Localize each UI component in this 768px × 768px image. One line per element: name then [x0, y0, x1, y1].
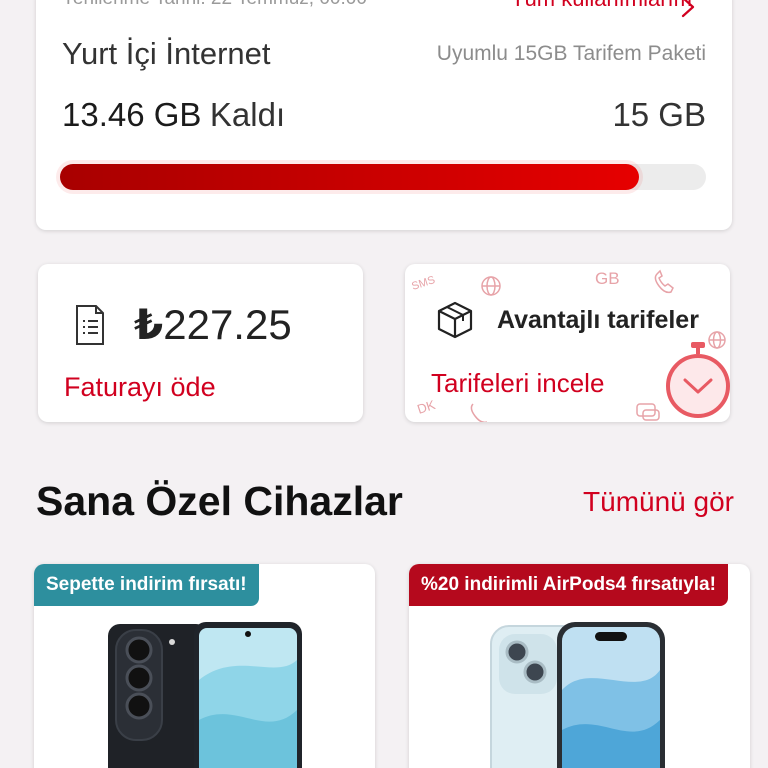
- invoice-icon: [76, 305, 104, 345]
- usage-title: Yurt İçi İnternet: [62, 36, 271, 71]
- phone-doodle-icon-2: [470, 403, 487, 422]
- all-usage-link[interactable]: Tüm kullanımlarım: [511, 0, 692, 12]
- view-tariffs-link[interactable]: Tarifeleri incele: [431, 368, 604, 399]
- gb-doodle-label: GB: [595, 269, 620, 288]
- usage-progress-bar: [60, 164, 706, 190]
- foldable-phone-image: [108, 622, 302, 768]
- sms-doodle-label: SMS: [410, 274, 436, 293]
- section-title: Sana Özel Cihazlar: [36, 478, 403, 524]
- bill-amount-value: 227.25: [163, 301, 292, 348]
- device-card[interactable]: Sepette indirim fırsatı!: [34, 564, 375, 768]
- iphone-image: [490, 622, 665, 768]
- promo-badge: Sepette indirim fırsatı!: [34, 564, 259, 606]
- dk-doodle-label: DK: [415, 397, 437, 417]
- internet-usage-card: Yenilenme Tarihi: 22 Temmuz, 00:00 Tüm k…: [36, 0, 732, 230]
- tariffs-title: Avantajlı tarifeler: [497, 306, 699, 334]
- chat-doodle-icon: [636, 403, 660, 421]
- phone-doodle-icon: [654, 269, 674, 294]
- promo-badge: %20 indirimli AirPods4 fırsatıyla!: [409, 564, 728, 606]
- renewal-date-text: Yenilenme Tarihi: 22 Temmuz, 00:00: [62, 0, 367, 10]
- globe-doodle-icon: [481, 276, 501, 296]
- remaining-amount: 13.46 GB: [62, 96, 202, 133]
- usage-progress-fill: [60, 164, 640, 190]
- currency-symbol: ₺: [134, 301, 164, 348]
- remaining-data-row: 13.46 GB Kaldı: [62, 96, 285, 134]
- bill-amount: ₺227.25: [134, 300, 292, 349]
- package-box-icon: [437, 301, 473, 339]
- remaining-label: Kaldı: [209, 96, 286, 133]
- pay-bill-link[interactable]: Faturayı öde: [64, 372, 216, 403]
- tariffs-card[interactable]: SMS GB DK Avantajlı tarifeler Tarifeleri…: [405, 264, 730, 422]
- bill-card[interactable]: ₺227.25 Faturayı öde: [38, 264, 363, 422]
- stopwatch-icon: [666, 342, 730, 418]
- usage-package-name: Uyumlu 15GB Tarifem Paketi: [436, 42, 706, 65]
- total-amount: 15 GB: [612, 96, 706, 133]
- device-card[interactable]: %20 indirimli AirPods4 fırsatıyla!: [409, 564, 750, 768]
- see-all-link[interactable]: Tümünü gör: [583, 486, 734, 518]
- chevron-right-icon[interactable]: [678, 0, 698, 18]
